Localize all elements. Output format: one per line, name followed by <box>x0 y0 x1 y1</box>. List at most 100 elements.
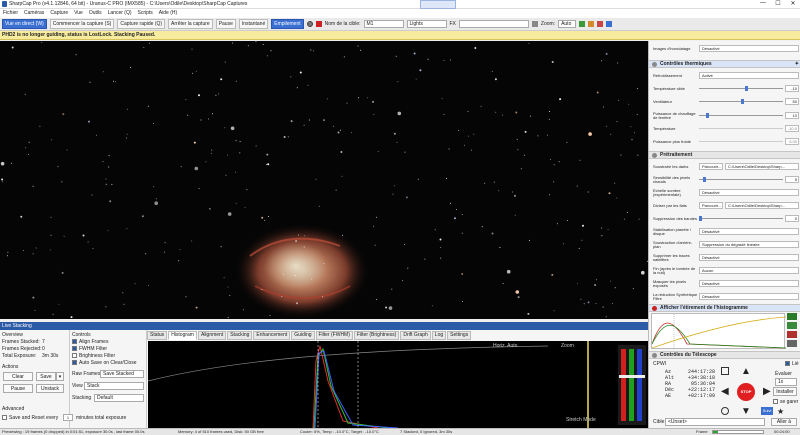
target-temp-slider[interactable] <box>699 86 783 91</box>
stacking-select[interactable]: Default <box>94 394 144 402</box>
park-checkbox[interactable] <box>773 399 778 405</box>
tab-enhancement[interactable]: Enhancement <box>253 331 291 340</box>
minimize-button[interactable]: — <box>756 0 770 6</box>
follow-button[interactable]: Suivi <box>761 407 773 415</box>
hist-zoom-label[interactable]: Zoom <box>561 343 574 349</box>
park-option[interactable]: se garer <box>773 399 798 405</box>
move-down-button[interactable]: ▼ <box>741 407 751 417</box>
stacking-button[interactable]: Empilement <box>271 19 304 29</box>
timestamp-select[interactable]: Désactivé <box>699 45 799 52</box>
maximize-button[interactable]: ☐ <box>771 0 785 7</box>
compass-icon[interactable] <box>721 407 729 415</box>
thermal-section-header[interactable]: Contrôles thermiques ✦ <box>649 60 800 68</box>
fan-slider[interactable] <box>699 99 783 104</box>
banding-slider[interactable] <box>699 216 783 221</box>
toggle-icon[interactable] <box>652 306 657 311</box>
tab-log[interactable]: Log <box>431 331 447 340</box>
start-capture-button[interactable]: Commencer la capture (S) <box>49 19 115 29</box>
nightfall-select[interactable]: Aucun <box>699 267 799 274</box>
save-dropdown-button[interactable]: ▾ <box>56 372 64 381</box>
linked-checkbox[interactable] <box>785 361 790 367</box>
autosave-checkbox[interactable] <box>72 360 77 366</box>
heater-slider[interactable] <box>699 113 783 118</box>
dark-path[interactable]: C:\Users\Odile\Desktop\Sharp... <box>725 163 799 170</box>
cooling-select[interactable]: Activé <box>699 72 799 79</box>
brightness-filter-option[interactable]: Brightness Filter <box>72 353 115 359</box>
live-view-button[interactable]: Vue en direct (W) <box>2 19 47 29</box>
dark-browse-button[interactable]: Parcourir... <box>699 163 723 170</box>
menu-view[interactable]: Vue <box>74 10 83 16</box>
menu-file[interactable]: Fichier <box>3 10 18 16</box>
target-name-select[interactable]: M1 <box>363 20 404 28</box>
target-temp-input[interactable]: -10 <box>785 85 799 92</box>
histogram-view[interactable]: Horiz. Auto Zoom Stretch Mode <box>148 341 648 428</box>
align-frames-option[interactable]: Align Frames <box>72 339 108 345</box>
toggle-icon[interactable] <box>652 353 657 358</box>
tab-drift-graph[interactable]: Drift Graph <box>400 331 431 340</box>
hot-pixel-slider[interactable] <box>699 177 783 182</box>
install-button[interactable]: Installer <box>773 387 797 396</box>
tab-filter-brightness[interactable]: Filter (Brightness) <box>353 331 400 340</box>
snapshot-button[interactable]: Instantané <box>238 19 269 29</box>
linked-option[interactable]: Lié <box>785 361 799 367</box>
star-icon[interactable]: ★ <box>777 407 784 416</box>
flat-path[interactable]: C:\Users\Odile\Desktop\Sharp... <box>725 202 799 209</box>
zoom-select[interactable]: Auto <box>558 20 577 28</box>
fit-icon[interactable] <box>606 21 613 27</box>
synthetic-filter-select[interactable]: Désactivé <box>699 293 799 300</box>
preprocessing-section-header[interactable]: Prétraitement <box>649 151 800 159</box>
histogram-section-header[interactable]: Afficher l'étirement de l'histogramme <box>649 304 800 312</box>
pause-stack-button[interactable]: Pause <box>3 384 33 393</box>
fan-input[interactable]: 50 <box>785 98 799 105</box>
autosave-option[interactable]: Auto Save on Clear/Close <box>72 360 137 366</box>
save-reset-option[interactable]: Save and Reset every <box>2 415 58 421</box>
banding-input[interactable]: 0 <box>785 215 799 222</box>
target-select[interactable]: <Unset> <box>665 418 765 426</box>
mask-pixels-select[interactable]: Désactivé <box>699 280 799 287</box>
brush-icon[interactable] <box>588 21 595 27</box>
tab-alignment[interactable]: Alignment <box>197 331 227 340</box>
menu-cameras[interactable]: Caméras <box>24 10 44 16</box>
color-picker-icon[interactable] <box>597 21 604 27</box>
crosshair-icon[interactable] <box>531 21 538 27</box>
fx-select[interactable] <box>458 20 529 28</box>
save-reset-checkbox[interactable] <box>2 415 7 421</box>
menu-capture[interactable]: Capture <box>50 10 68 16</box>
menu-launch[interactable]: Lancer (Q) <box>108 10 132 16</box>
histogram-icon[interactable] <box>579 21 586 27</box>
histogram-side-buttons[interactable] <box>787 313 797 349</box>
tab-histogram[interactable]: Histogram <box>168 331 197 340</box>
align-frames-checkbox[interactable] <box>72 339 77 345</box>
move-up-button[interactable]: ▲ <box>741 367 751 377</box>
raw-frames-select[interactable]: Save Stacked <box>100 370 144 378</box>
close-button[interactable]: ✕ <box>786 0 800 7</box>
fwhm-filter-checkbox[interactable] <box>72 346 77 352</box>
stop-capture-button[interactable]: Arrêter la capture <box>168 19 213 29</box>
camera-preview[interactable] <box>0 41 648 319</box>
brightness-filter-checkbox[interactable] <box>72 353 77 359</box>
target-icon[interactable] <box>306 21 313 27</box>
stop-button[interactable]: STOP <box>737 383 755 401</box>
menu-tools[interactable]: Outils <box>89 10 102 16</box>
dark-scale-select[interactable]: Désactivé <box>699 189 799 196</box>
sync-icon[interactable] <box>721 367 729 375</box>
toggle-icon[interactable] <box>652 153 657 158</box>
color-balance-sliders[interactable] <box>618 345 646 425</box>
stabilization-select[interactable]: Désactivé <box>699 228 799 235</box>
goto-button[interactable]: Aller à <box>771 418 797 426</box>
tab-settings[interactable]: Settings <box>447 331 472 340</box>
flat-browse-button[interactable]: Parcourir... <box>699 202 723 209</box>
view-select[interactable]: Stack <box>84 382 144 390</box>
background-select[interactable]: Suppression du dégradé linéaire <box>699 241 799 248</box>
tab-status[interactable]: Status <box>147 331 168 340</box>
hot-pixel-input[interactable]: 5 <box>785 176 799 183</box>
move-left-button[interactable]: ◀ <box>721 387 729 397</box>
toggle-icon[interactable] <box>652 62 657 67</box>
menu-help[interactable]: Aide (H) <box>159 10 177 16</box>
quick-capture-button[interactable]: Capture rapide (Q) <box>117 19 166 29</box>
pause-button[interactable]: Pause <box>215 19 236 29</box>
clear-button[interactable]: Clear <box>3 372 33 381</box>
move-right-button[interactable]: ▶ <box>763 387 771 397</box>
frame-type-select[interactable]: Lights <box>406 20 447 28</box>
fwhm-filter-option[interactable]: FWHM Filter <box>72 346 107 352</box>
